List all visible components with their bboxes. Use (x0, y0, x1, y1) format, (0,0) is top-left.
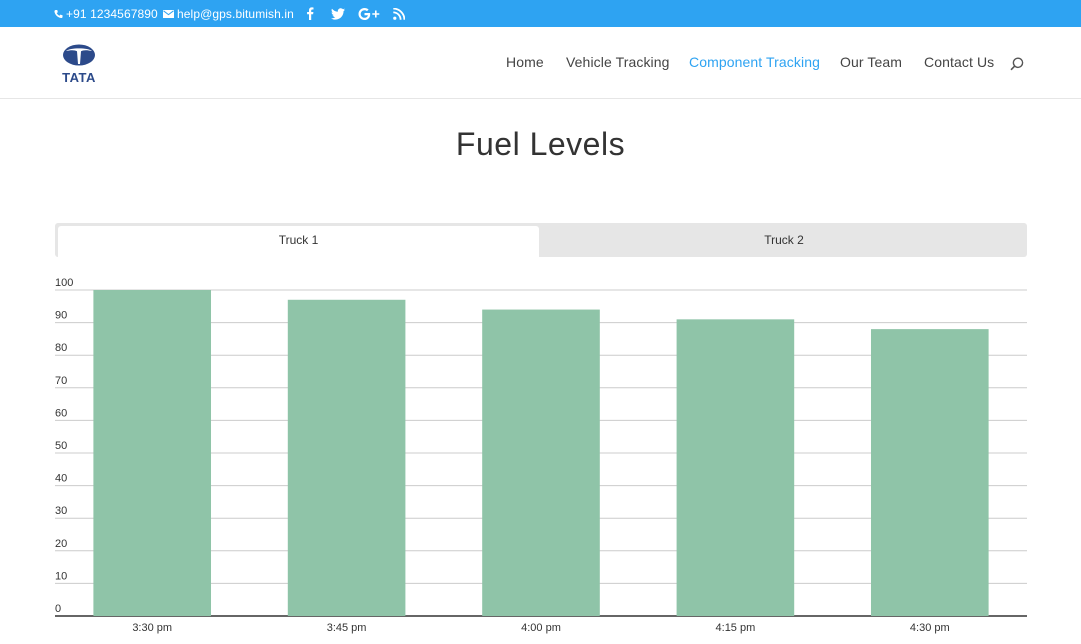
logo-wordmark: TATA (62, 70, 96, 85)
y-tick-label: 60 (55, 407, 67, 419)
x-tick-label: 4:15 pm (716, 622, 756, 634)
fuel-level-chart: 0 10 20 30 40 50 60 70 80 90 100 3:30 pm 3:45 pm 4:00… (0, 270, 1081, 644)
rss-link[interactable] (393, 0, 405, 27)
y-tick-label: 80 (55, 342, 67, 354)
y-tick-label: 0 (55, 603, 61, 615)
y-tick-label: 30 (55, 505, 67, 517)
nav-home[interactable]: Home (506, 54, 544, 70)
tata-logo[interactable]: TATA (58, 44, 100, 85)
x-tick-label: 4:00 pm (521, 622, 561, 634)
rss-icon (393, 7, 405, 20)
google-plus-link[interactable] (358, 0, 380, 27)
tata-emblem-icon (63, 44, 95, 66)
x-tick-label: 3:45 pm (327, 622, 367, 634)
y-tick-label: 90 (55, 310, 67, 322)
nav-contact-us[interactable]: Contact Us (924, 54, 994, 70)
bar[interactable] (482, 309, 600, 616)
phone-icon (54, 9, 63, 18)
tab-truck-1[interactable]: Truck 1 (58, 226, 539, 257)
y-tick-label: 70 (55, 375, 67, 387)
truck-tabs: Truck 1 Truck 2 (55, 223, 1027, 257)
phone-number: +91 1234567890 (66, 6, 158, 21)
envelope-icon (163, 9, 174, 18)
x-tick-label: 3:30 pm (132, 622, 172, 634)
facebook-link[interactable] (306, 0, 314, 27)
x-tick-label: 4:30 pm (910, 622, 950, 634)
bar[interactable] (870, 329, 989, 616)
bar-chart: 0 10 20 30 40 50 60 70 80 90 100 3:30 pm 3:45 pm 4:00… (55, 277, 1027, 634)
page-title: Fuel Levels (455, 126, 626, 162)
bar[interactable] (93, 290, 212, 616)
y-tick-label: 10 (55, 570, 67, 582)
nav-vehicle-tracking[interactable]: Vehicle Tracking (566, 54, 670, 70)
y-tick-label: 100 (55, 277, 73, 289)
bar[interactable] (676, 319, 795, 616)
nav-component-tracking[interactable]: Component Tracking (689, 54, 820, 70)
facebook-icon (307, 7, 314, 20)
google-plus-icon (358, 7, 380, 20)
y-tick-label: 20 (55, 538, 67, 550)
twitter-link[interactable] (331, 0, 345, 27)
email-address: help@gps.bitumish.in (177, 6, 294, 21)
email-contact[interactable]: help@gps.bitumish.in (163, 0, 294, 27)
nav-our-team[interactable]: Our Team (840, 54, 902, 70)
tab-truck-2[interactable]: Truck 2 (541, 223, 1027, 257)
site-header: TATA Home Vehicle Tracking Component Tra… (0, 27, 1081, 99)
twitter-icon (331, 7, 345, 20)
phone-contact[interactable]: +91 1234567890 (54, 0, 158, 27)
y-tick-label: 40 (55, 473, 67, 485)
bar[interactable] (287, 299, 406, 616)
top-bar: +91 1234567890 help@gps.bitumish.in (0, 0, 1081, 27)
search-icon[interactable] (1010, 57, 1024, 71)
y-tick-label: 50 (55, 440, 67, 452)
